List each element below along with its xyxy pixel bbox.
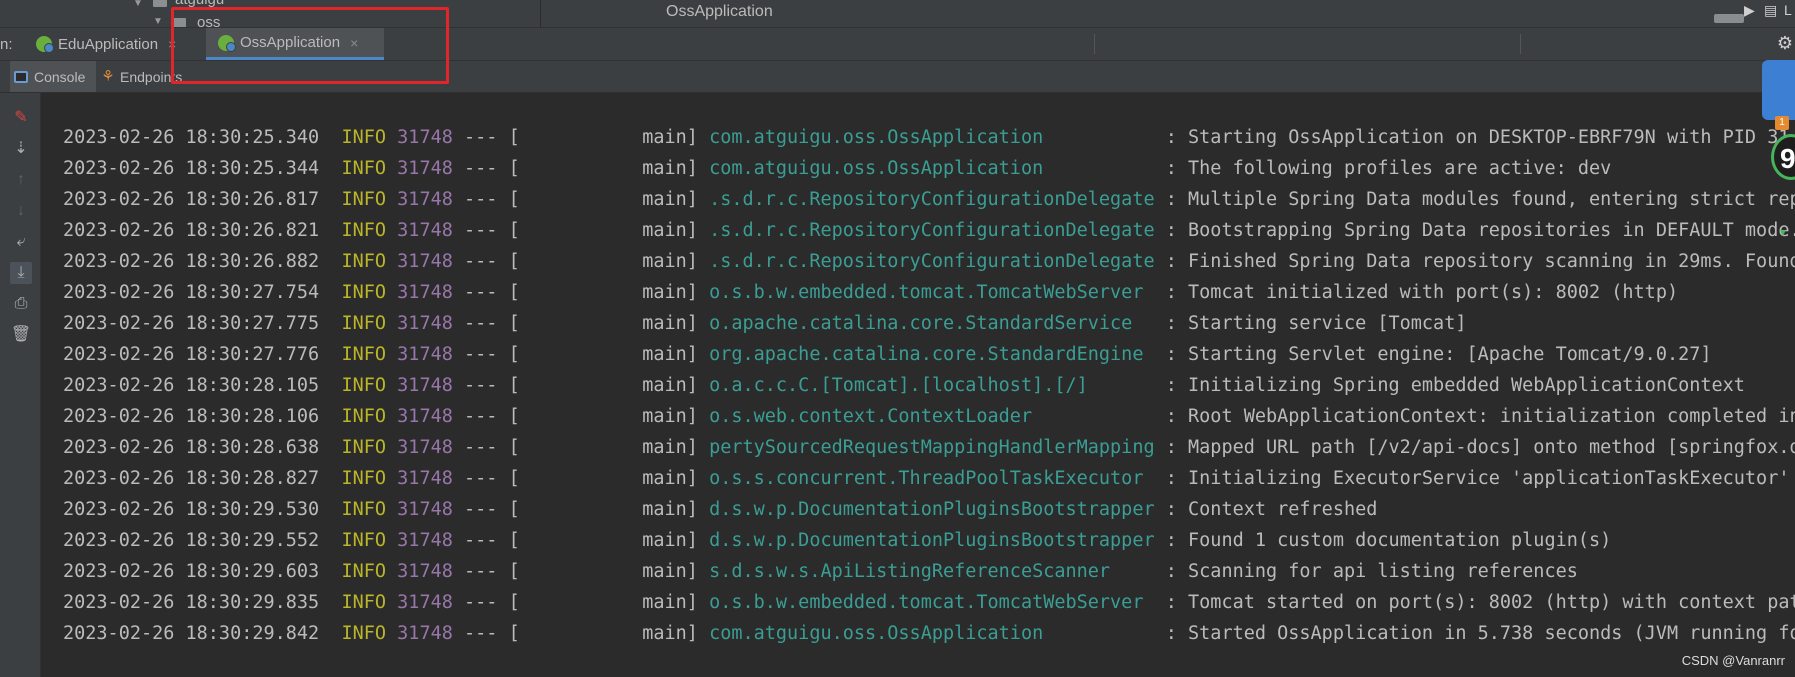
- folder-icon[interactable]: ▤: [1764, 2, 1777, 19]
- watermark: CSDN @Vanranrr: [1681, 653, 1785, 668]
- floating-assistant-widget[interactable]: [1762, 60, 1795, 120]
- expand-arrow-icon[interactable]: ▼: [133, 0, 143, 9]
- console-tab-bar: Console ⚘ Endpoints: [0, 61, 1795, 93]
- log-line: 2023-02-26 18:30:27.754 INFO 31748 --- […: [63, 282, 1679, 303]
- expand-arrow-icon[interactable]: ▼: [153, 16, 163, 27]
- top-right-label: L: [1784, 2, 1792, 18]
- tab-label: Console: [34, 68, 86, 85]
- down-arrow-icon[interactable]: ↓: [10, 200, 32, 222]
- trash-icon[interactable]: 🗑: [10, 324, 32, 346]
- log-line: 2023-02-26 18:30:29.842 INFO 31748 --- […: [63, 623, 1795, 644]
- log-line: 2023-02-26 18:30:25.340 INFO 31748 --- […: [63, 127, 1790, 148]
- spring-boot-icon: [218, 34, 236, 52]
- clear-all-icon[interactable]: ✎: [10, 107, 32, 129]
- log-line: 2023-02-26 18:30:28.106 INFO 31748 --- […: [63, 406, 1795, 427]
- tree-item-oss[interactable]: oss: [197, 14, 220, 27]
- folder-icon: [153, 0, 167, 7]
- log-line: 2023-02-26 18:30:28.827 INFO 31748 --- […: [63, 468, 1790, 489]
- log-line: 2023-02-26 18:30:29.530 INFO 31748 --- […: [63, 499, 1378, 520]
- run-label: n:: [0, 36, 13, 53]
- console-toolbar: ✎ ⇣ ↑ ↓ ⤶ ⤓ ⎙ 🗑: [0, 93, 41, 677]
- log-line: 2023-02-26 18:30:27.775 INFO 31748 --- […: [63, 313, 1467, 334]
- log-line: 2023-02-26 18:30:28.638 INFO 31748 --- […: [63, 437, 1795, 458]
- divider: [1520, 34, 1521, 54]
- tab-console[interactable]: Console: [10, 61, 96, 92]
- tree-item-atguigu[interactable]: atguigu: [175, 0, 224, 8]
- log-line: 2023-02-26 18:30:27.776 INFO 31748 --- […: [63, 344, 1712, 365]
- editor-title: OssApplication: [666, 3, 773, 20]
- tab-edu-application[interactable]: EduApplication ×: [36, 28, 190, 60]
- log-line: 2023-02-26 18:30:29.603 INFO 31748 --- […: [63, 561, 1578, 582]
- tab-endpoints[interactable]: ⚘ Endpoints: [100, 61, 200, 92]
- top-strip: ▼ atguigu ▼ oss OssApplication ▶ ▤ L: [0, 0, 1795, 28]
- log-line: 2023-02-26 18:30:26.821 INFO 31748 --- […: [63, 220, 1795, 241]
- soft-wrap-icon[interactable]: ⤶: [10, 231, 32, 253]
- tab-label: OssApplication: [240, 34, 341, 51]
- tab-label: EduApplication: [58, 35, 159, 53]
- log-line: 2023-02-26 18:30:25.344 INFO 31748 --- […: [63, 158, 1612, 179]
- folder-icon: [172, 18, 186, 27]
- log-line: 2023-02-26 18:30:26.882 INFO 31748 --- […: [63, 251, 1795, 272]
- close-icon[interactable]: ×: [350, 35, 358, 51]
- project-tree-pane: ▼ atguigu ▼ oss: [0, 0, 541, 27]
- console-icon: [14, 70, 28, 83]
- spring-boot-icon: [36, 36, 54, 53]
- divider: [1094, 34, 1095, 54]
- log-line: 2023-02-26 18:30:26.817 INFO 31748 --- […: [63, 189, 1795, 210]
- scroll-indicator[interactable]: [1714, 14, 1744, 23]
- console-output[interactable]: 2023-02-26 18:30:25.340 INFO 31748 --- […: [41, 93, 1795, 677]
- sort-down-icon[interactable]: ⇣: [10, 138, 32, 160]
- run-tab-bar: n: EduApplication × OssApplication × ⚙: [0, 28, 1795, 61]
- log-line: 2023-02-26 18:30:28.105 INFO 31748 --- […: [63, 375, 1745, 396]
- notification-badge: 1: [1775, 116, 1789, 130]
- gear-icon[interactable]: ⚙: [1777, 33, 1793, 54]
- tab-oss-application[interactable]: OssApplication ×: [206, 28, 384, 60]
- log-line: 2023-02-26 18:30:29.835 INFO 31748 --- […: [63, 592, 1795, 613]
- endpoints-icon: ⚘: [101, 67, 115, 85]
- close-icon[interactable]: ×: [168, 36, 176, 52]
- print-icon[interactable]: ⎙: [10, 293, 32, 315]
- play-icon[interactable]: ▶: [1744, 2, 1755, 19]
- log-line: 2023-02-26 18:30:29.552 INFO 31748 --- […: [63, 530, 1612, 551]
- chevron-down-icon[interactable]: ▼: [1778, 228, 1788, 239]
- tab-label: Endpoints: [120, 68, 183, 85]
- scroll-to-end-icon[interactable]: ⤓: [10, 262, 32, 284]
- up-arrow-icon[interactable]: ↑: [10, 169, 32, 191]
